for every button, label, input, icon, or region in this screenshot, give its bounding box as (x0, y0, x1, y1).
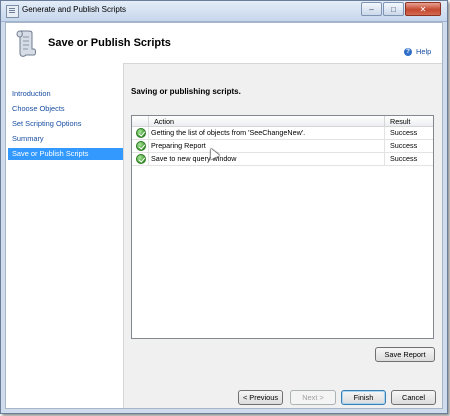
result-cell: Success (385, 140, 433, 153)
result-column-header[interactable]: Result (385, 116, 433, 127)
title-bar[interactable]: Generate and Publish Scripts – □ ✕ (1, 1, 447, 22)
help-link[interactable]: ? Help (404, 47, 431, 56)
success-check-icon (136, 154, 146, 164)
success-check-icon (136, 141, 146, 151)
table-row[interactable]: Save to new query window Success (132, 153, 433, 166)
results-table: Action Result Getting the list of object… (131, 115, 434, 339)
finish-button[interactable]: Finish (341, 390, 386, 405)
wizard-window: Generate and Publish Scripts – □ ✕ Save … (0, 0, 448, 414)
action-cell: Getting the list of objects from 'SeeCha… (149, 127, 385, 140)
page-header: Save or Publish Scripts (6, 23, 442, 64)
help-icon: ? (404, 47, 412, 56)
nav-item-summary[interactable]: Summary (8, 133, 123, 145)
minimize-icon: – (369, 4, 374, 14)
action-cell: Preparing Report (149, 140, 385, 153)
nav-item-introduction[interactable]: Introduction (8, 88, 123, 100)
wizard-nav: Introduction Choose Objects Set Scriptin… (6, 63, 124, 408)
next-button[interactable]: Next > (290, 390, 336, 405)
page-title: Save or Publish Scripts (48, 37, 171, 49)
status-heading: Saving or publishing scripts. (131, 87, 241, 96)
window-controls: – □ ✕ (360, 2, 441, 16)
help-label: Help (416, 47, 432, 56)
close-icon: ✕ (419, 4, 427, 14)
app-icon (6, 5, 19, 18)
previous-button[interactable]: < Previous (238, 390, 283, 405)
status-column-header[interactable] (132, 116, 149, 127)
nav-item-choose-objects[interactable]: Choose Objects (8, 103, 123, 115)
result-cell: Success (385, 127, 433, 140)
action-column-header[interactable]: Action (149, 116, 385, 127)
minimize-button[interactable]: – (361, 2, 382, 16)
maximize-icon: □ (391, 4, 396, 14)
close-button[interactable]: ✕ (405, 2, 441, 16)
success-check-icon (136, 128, 146, 138)
cancel-button[interactable]: Cancel (391, 390, 436, 405)
table-row[interactable]: Preparing Report Success (132, 140, 433, 153)
result-cell: Success (385, 153, 433, 166)
nav-item-set-scripting-options[interactable]: Set Scripting Options (8, 118, 123, 130)
action-cell: Save to new query window (149, 153, 385, 166)
nav-item-save-or-publish-scripts[interactable]: Save or Publish Scripts (8, 148, 123, 160)
table-row[interactable]: Getting the list of objects from 'SeeCha… (132, 127, 433, 140)
script-scroll-icon (16, 30, 36, 57)
maximize-button[interactable]: □ (383, 2, 404, 16)
window-title: Generate and Publish Scripts (22, 5, 127, 14)
save-report-button[interactable]: Save Report (375, 347, 435, 362)
